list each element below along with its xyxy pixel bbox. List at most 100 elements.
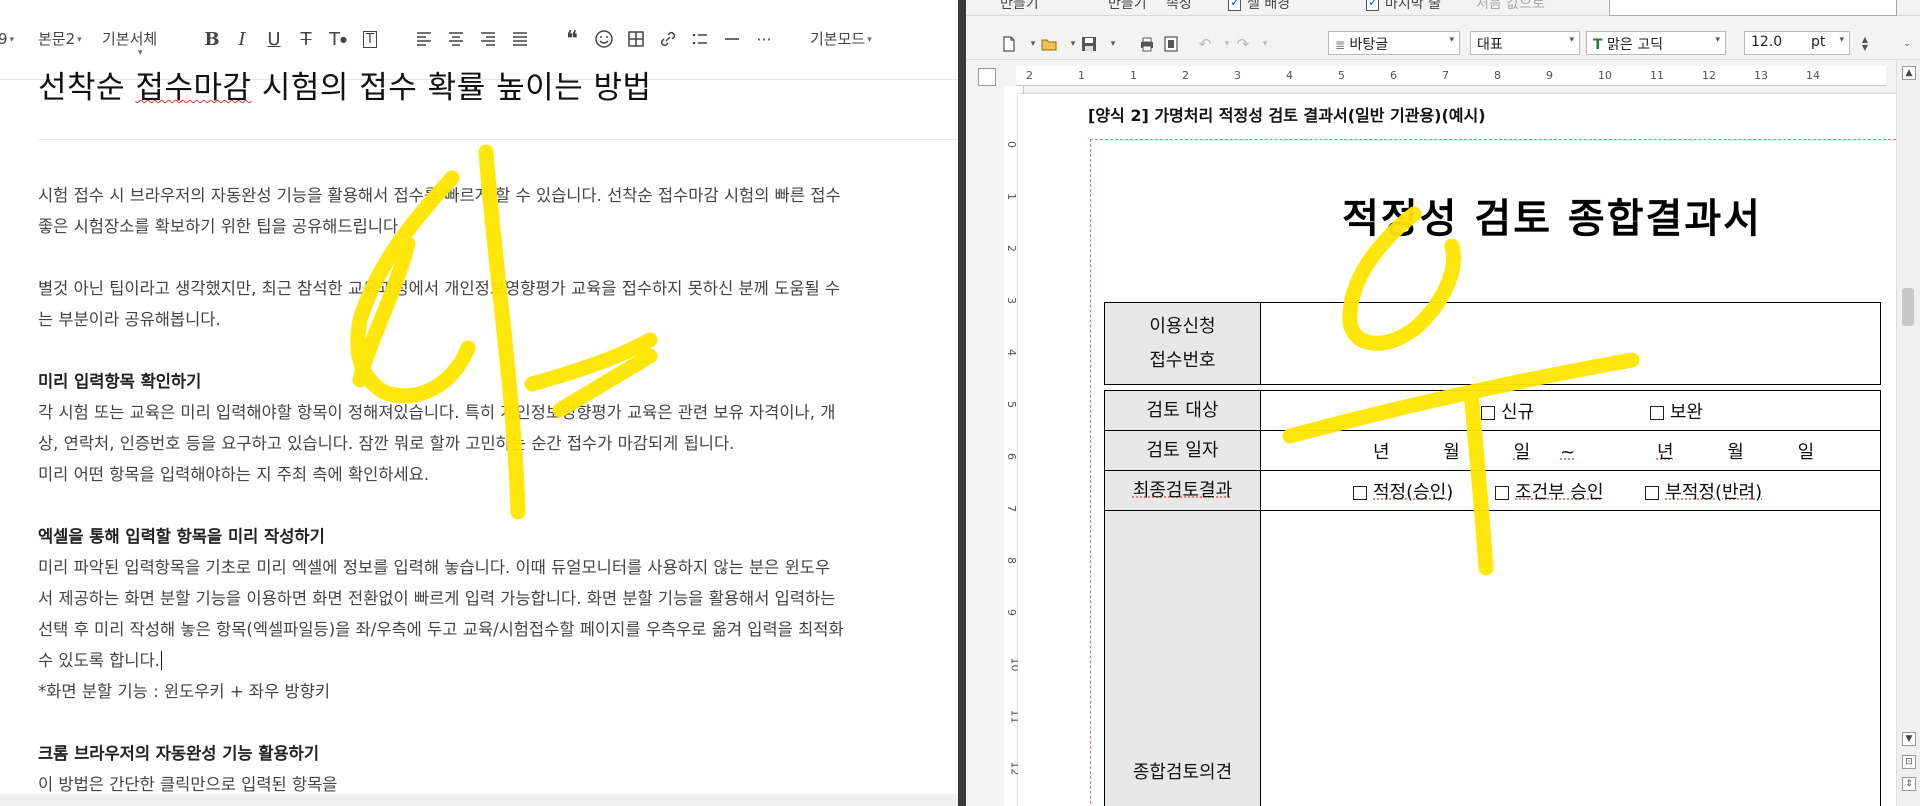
section-heading: 미리 입력항목 확인하기 <box>38 372 202 391</box>
section-heading: 엑셀을 통해 입력할 항목을 미리 작성하기 <box>38 527 325 546</box>
ruler-tick-label: 12 <box>1702 69 1716 82</box>
supplement-checkbox[interactable]: 보완 <box>1649 402 1703 423</box>
link-icon[interactable] <box>656 27 680 51</box>
ruler-tick-label: 14 <box>1806 69 1820 82</box>
ribbon-item[interactable]: 만들기 <box>1108 0 1147 13</box>
horizontal-ruler[interactable]: 2 1 1 2 3 4 5 6 7 8 9 10 11 12 13 14 <box>1016 66 1886 86</box>
save-dropdown-icon[interactable]: ▾ <box>1102 33 1124 55</box>
ruler-tick-label: 2 <box>1005 245 1018 252</box>
font-size-select[interactable]: 12.0 pt ▾ <box>1744 31 1850 55</box>
ruler-tick-label: 7 <box>1442 69 1449 82</box>
title-divider <box>38 139 958 140</box>
font-size-spinner[interactable]: ▲ ▼ <box>1854 33 1876 55</box>
ruler-tick-label: 6 <box>1005 453 1018 460</box>
body-line: 미리 어떤 항목을 입력해야하는 지 주최 측에 확인하세요. <box>38 465 430 484</box>
review-table[interactable]: 이용신청접수번호 검토 대상 신규 보완 검토 일자 년 월 일~ 년 월 <box>1104 302 1881 806</box>
ruler-tick-label: 1 <box>1005 193 1018 200</box>
redo-dropdown-icon[interactable]: ▾ <box>1254 33 1276 55</box>
save-icon[interactable] <box>1078 33 1100 55</box>
font-size-dropdown[interactable]: 9 ▾ <box>0 27 14 52</box>
ruler-tick-label: 10 <box>1598 69 1612 82</box>
body-line: 좋은 시험장소를 확보하기 위한 팁을 공유해드립니다. <box>38 217 404 236</box>
new-checkbox[interactable]: 신규 <box>1481 402 1534 423</box>
redo-icon[interactable]: ↷ <box>1232 33 1254 55</box>
review-target-cell[interactable]: 신규 보완 <box>1260 390 1881 431</box>
reset-button[interactable]: 처음 값으로 <box>1476 0 1545 13</box>
ruler-tick-label: 0 <box>1005 141 1018 148</box>
ribbon-field[interactable] <box>1609 0 1897 16</box>
window-splitter[interactable] <box>958 0 966 806</box>
strikethrough-icon[interactable]: T <box>294 27 318 51</box>
table-row: 종합검토의견 <box>1104 510 1881 806</box>
scroll-down-icon[interactable]: ▼ <box>1902 732 1916 746</box>
last-row-checkbox[interactable]: 마지막 줄 <box>1366 0 1441 13</box>
horizontal-scrollbar[interactable] <box>0 794 958 806</box>
rejected-checkbox[interactable]: 부적정(반려) <box>1645 482 1762 503</box>
body-line: 서 제공하는 화면 분할 기능을 이용하면 화면 전환없이 빠르게 입력 가능합… <box>38 589 836 608</box>
table-row: 검토 일자 년 월 일 ~ 년 월 일 <box>1104 430 1881 471</box>
ruler-tick-label: 11 <box>1650 69 1664 82</box>
body-line: 시험 접수 시 브라우저의 자동완성 기능을 활용해서 접수를 빠르게 할 수 … <box>38 186 841 205</box>
conditional-checkbox[interactable]: 조건부 승인 <box>1495 482 1604 503</box>
table-row: 이용신청 접수번호 <box>1104 302 1881 385</box>
editor-mode-dropdown[interactable]: 기본모드 ▾ <box>810 27 872 52</box>
toolbar-collapse-icon[interactable]: ⌄ <box>1896 33 1918 55</box>
undo-icon[interactable]: ↶ <box>1194 33 1216 55</box>
paragraph-style-dropdown[interactable]: 본문2 ▾ <box>38 27 82 52</box>
approved-checkbox[interactable]: 적정(승인) <box>1353 482 1453 503</box>
post-body[interactable]: 시험 접수 시 브라우저의 자동완성 기능을 활용해서 접수를 빠르게 할 수 … <box>38 180 958 800</box>
align-center-icon[interactable] <box>444 27 468 51</box>
ribbon-item[interactable]: 속성 <box>1166 0 1192 13</box>
font-family-dropdown[interactable]: 기본서체 ▾ <box>102 27 157 58</box>
print-preview-icon[interactable] <box>1160 33 1182 55</box>
italic-icon[interactable]: I <box>230 27 254 51</box>
document-page[interactable]: [양식 2] 가명처리 적정성 검토 결과서(일반 기관용)(예시) 적정성 검… <box>1018 94 1896 806</box>
formatting-toolbar: ▾ ▾ ▾ ↶ ▾ ↷ ▾ ≣ 바탕글 ▾ 대표 ▾ T 맑은 고딕 ▾ 12.0 pt… <box>966 26 1920 60</box>
ruler-tick-label: 6 <box>1390 69 1397 82</box>
vertical-scrollbar[interactable]: ▲ ▼ ⊡ ⇕ <box>1896 60 1920 806</box>
open-folder-icon[interactable] <box>1038 33 1060 55</box>
body-line: 미리 파악된 입력항목을 기초로 미리 엑셀에 정보를 입력해 놓습니다. 이때… <box>38 558 831 577</box>
ruler-tick-label: 9 <box>1005 609 1018 616</box>
quote-icon[interactable]: ❝ <box>560 27 584 52</box>
overall-opinion-cell[interactable] <box>1260 510 1881 806</box>
table-row: 검토 대상 신규 보완 <box>1104 390 1881 431</box>
post-title[interactable]: 선착순 접수마감 시험의 접수 확률 높이는 방법 <box>38 62 652 107</box>
cell-background-checkbox[interactable]: 셀 배경 <box>1228 0 1290 13</box>
new-document-icon[interactable] <box>998 33 1020 55</box>
next-page-icon[interactable]: ⇕ <box>1902 777 1916 791</box>
ruler-tick-label: 13 <box>1754 69 1768 82</box>
review-date-label: 검토 일자 <box>1104 430 1261 471</box>
body-line: 선택 후 미리 작성해 놓은 항목(엑셀파일등)을 좌/우측에 두고 교육/시험… <box>38 620 844 639</box>
body-line: 수 있도록 합니다. <box>38 651 162 670</box>
ruler-tick-label: 1 <box>1130 69 1137 82</box>
scroll-up-icon[interactable]: ▲ <box>1902 66 1916 80</box>
ruler-tick-label: 3 <box>1005 297 1018 304</box>
review-target-label: 검토 대상 <box>1104 390 1261 431</box>
paragraph-select[interactable]: 대표 ▾ <box>1470 31 1580 55</box>
underline-icon[interactable]: U <box>262 27 286 51</box>
ruler-tick-label: 7 <box>1005 505 1018 512</box>
style-select[interactable]: ≣ 바탕글 ▾ <box>1328 31 1460 55</box>
align-left-icon[interactable] <box>412 27 436 51</box>
emoji-icon[interactable] <box>592 27 616 51</box>
align-right-icon[interactable] <box>476 27 500 51</box>
review-date-cell[interactable]: 년 월 일 ~ 년 월 일 <box>1260 430 1881 471</box>
ribbon-item[interactable]: 만들기 <box>1000 0 1039 13</box>
text-background-icon[interactable]: T <box>358 27 382 51</box>
more-icon[interactable]: ··· <box>752 27 776 51</box>
font-select[interactable]: T 맑은 고딕 ▾ <box>1586 31 1726 55</box>
table-icon[interactable] <box>624 27 648 51</box>
print-icon[interactable] <box>1136 33 1158 55</box>
ruler-corner[interactable] <box>978 68 996 86</box>
scrollbar-thumb[interactable] <box>1902 288 1914 326</box>
align-justify-icon[interactable] <box>508 27 532 51</box>
receipt-number-cell[interactable] <box>1260 302 1881 385</box>
horizontal-line-icon[interactable] <box>720 27 744 51</box>
ruler-tick-label: 8 <box>1494 69 1501 82</box>
text-color-icon[interactable]: T ● <box>326 27 350 51</box>
prev-page-icon[interactable]: ⊡ <box>1902 755 1916 769</box>
final-result-cell[interactable]: 적정(승인) 조건부 승인 부적정(반려) <box>1260 470 1881 511</box>
bold-icon[interactable]: B <box>200 27 224 51</box>
bullet-list-icon[interactable] <box>688 27 712 51</box>
